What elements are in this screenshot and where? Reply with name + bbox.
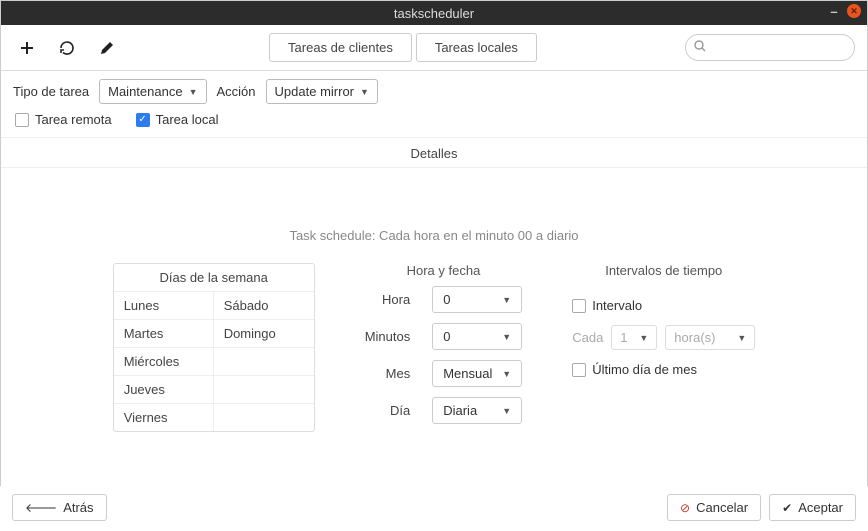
day-martes[interactable]: Martes	[114, 319, 214, 347]
cancel-icon: ⊘	[680, 501, 690, 515]
each-label: Cada	[572, 330, 603, 345]
minimize-icon[interactable]: –	[827, 4, 841, 18]
local-task-checkbox[interactable]: ✓ Tarea local	[136, 112, 219, 127]
remote-task-checkbox[interactable]: Tarea remota	[15, 112, 112, 127]
days-column: Días de la semana Lunes Sábado Martes Do…	[113, 263, 315, 432]
chevron-down-icon: ▼	[360, 87, 369, 97]
chevron-down-icon: ▼	[737, 333, 746, 343]
chevron-down-icon: ▼	[639, 333, 648, 343]
chevron-down-icon: ▼	[502, 295, 511, 305]
main-toolbar: Tareas de clientes Tareas locales	[1, 25, 867, 71]
each-value-select[interactable]: 1▼	[611, 325, 657, 350]
arrow-left-icon: 🡐	[25, 500, 57, 515]
interval-checkbox[interactable]: Intervalo	[572, 298, 755, 313]
last-day-label: Último día de mes	[592, 362, 697, 377]
tab-local-tasks[interactable]: Tareas locales	[416, 33, 537, 62]
day-miercoles[interactable]: Miércoles	[114, 347, 214, 375]
minute-label: Minutos	[365, 329, 415, 344]
footer: 🡐 Atrás ⊘ Cancelar ✔ Aceptar	[0, 486, 868, 531]
day-sabado[interactable]: Sábado	[214, 291, 314, 319]
add-icon[interactable]	[13, 34, 41, 62]
day-label: Día	[365, 403, 415, 418]
edit-icon[interactable]	[93, 34, 121, 62]
interval-label: Intervalo	[592, 298, 642, 313]
intervals-title: Intervalos de tiempo	[572, 263, 755, 278]
days-title: Días de la semana	[114, 264, 314, 291]
action-label: Acción	[217, 84, 256, 99]
month-select[interactable]: Mensual▼	[432, 360, 522, 387]
checkbox-unchecked-icon	[572, 299, 586, 313]
schedule-description: Task schedule: Cada hora en el minuto 00…	[1, 168, 867, 263]
hourdate-title: Hora y fecha	[365, 263, 523, 278]
action-value: Update mirror	[275, 84, 354, 99]
hourdate-column: Hora y fecha Hora 0▼ Minutos 0▼ Mes Mens…	[365, 263, 523, 424]
last-day-checkbox[interactable]: Último día de mes	[572, 362, 755, 377]
cancel-label: Cancelar	[696, 500, 748, 515]
action-dropdown[interactable]: Update mirror ▼	[266, 79, 378, 104]
day-lunes[interactable]: Lunes	[114, 291, 214, 319]
task-type-dropdown[interactable]: Maintenance ▼	[99, 79, 206, 104]
cancel-button[interactable]: ⊘ Cancelar	[667, 494, 761, 521]
chevron-down-icon: ▼	[502, 369, 511, 379]
minute-select[interactable]: 0▼	[432, 323, 522, 350]
hour-label: Hora	[365, 292, 415, 307]
tab-client-tasks[interactable]: Tareas de clientes	[269, 33, 412, 62]
day-domingo[interactable]: Domingo	[214, 319, 314, 347]
chevron-down-icon: ▼	[502, 406, 511, 416]
checkbox-unchecked-icon	[15, 113, 29, 127]
check-icon: ✔	[782, 501, 792, 515]
details-header: Detalles	[1, 137, 867, 168]
hour-select[interactable]: 0▼	[432, 286, 522, 313]
each-unit-select[interactable]: hora(s)▼	[665, 325, 755, 350]
day-jueves[interactable]: Jueves	[114, 375, 214, 403]
task-type-label: Tipo de tarea	[13, 84, 89, 99]
close-icon[interactable]: ✕	[847, 4, 861, 18]
task-type-value: Maintenance	[108, 84, 182, 99]
local-task-label: Tarea local	[156, 112, 219, 127]
window-titlebar: taskscheduler – ✕	[1, 1, 867, 25]
refresh-icon[interactable]	[53, 34, 81, 62]
accept-button[interactable]: ✔ Aceptar	[769, 494, 856, 521]
checkbox-unchecked-icon	[572, 363, 586, 377]
accept-label: Aceptar	[798, 500, 843, 515]
day-empty	[214, 375, 314, 403]
back-button[interactable]: 🡐 Atrás	[12, 494, 107, 521]
window-title: taskscheduler	[394, 6, 474, 21]
back-label: Atrás	[63, 500, 93, 515]
search-input[interactable]	[685, 34, 855, 61]
checkbox-checked-icon: ✓	[136, 113, 150, 127]
remote-task-label: Tarea remota	[35, 112, 112, 127]
chevron-down-icon: ▼	[502, 332, 511, 342]
day-viernes[interactable]: Viernes	[114, 403, 214, 431]
interval-each-row: Cada 1▼ hora(s)▼	[572, 325, 755, 350]
intervals-column: Intervalos de tiempo Intervalo Cada 1▼ h…	[572, 263, 755, 377]
chevron-down-icon: ▼	[189, 87, 198, 97]
month-label: Mes	[365, 366, 415, 381]
search-icon	[694, 40, 706, 55]
day-select[interactable]: Diaria▼	[432, 397, 522, 424]
day-empty	[214, 347, 314, 375]
day-empty	[214, 403, 314, 431]
